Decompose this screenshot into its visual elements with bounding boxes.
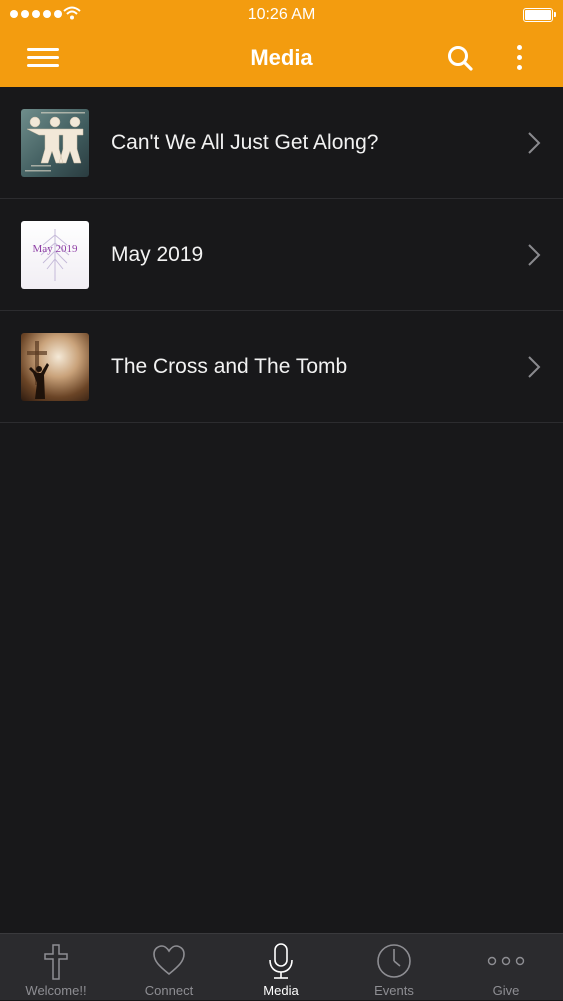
tab-label: Media <box>263 983 299 998</box>
tab-events[interactable]: Events <box>338 934 450 1001</box>
tab-label: Give <box>492 983 520 998</box>
series-thumbnail <box>21 109 89 177</box>
tab-label: Welcome!! <box>25 983 87 998</box>
list-item-title: The Cross and The Tomb <box>111 355 348 378</box>
battery-icon <box>523 8 556 22</box>
list-item-title: May 2019 <box>111 243 204 266</box>
chevron-right-icon <box>528 132 541 154</box>
clock-icon <box>377 944 411 978</box>
series-thumbnail: May 2019 <box>21 221 89 289</box>
tab-label: Events <box>374 983 414 998</box>
series-thumbnail <box>21 333 89 401</box>
search-icon[interactable] <box>446 44 474 72</box>
page-title: Media <box>250 45 313 70</box>
tab-media[interactable]: Media <box>225 934 337 1001</box>
chevron-right-icon <box>528 244 541 266</box>
status-time: 10:26 AM <box>247 6 316 23</box>
list-item[interactable]: Can't We All Just Get Along? <box>0 87 563 199</box>
heart-icon <box>153 945 185 976</box>
chevron-right-icon <box>528 356 541 378</box>
tab-connect[interactable]: Connect <box>113 934 225 1001</box>
media-list: Can't We All Just Get Along? May 2019 Ma… <box>0 87 563 423</box>
thumbnail-text: May 2019 <box>33 243 78 255</box>
list-item[interactable]: May 2019 May 2019 <box>0 199 563 311</box>
navigation-bar: Media <box>0 30 563 87</box>
tab-welcome[interactable]: Welcome!! <box>0 934 112 1001</box>
cross-icon <box>44 944 68 980</box>
microphone-icon <box>269 943 293 979</box>
more-dots-icon <box>487 956 525 966</box>
status-bar: 10:26 AM <box>0 0 563 30</box>
list-item-title: Can't We All Just Get Along? <box>111 131 379 154</box>
tab-give[interactable]: Give <box>450 934 562 1001</box>
tab-label: Connect <box>144 983 194 998</box>
more-options-icon[interactable] <box>510 43 530 73</box>
list-item[interactable]: The Cross and The Tomb <box>0 311 563 423</box>
tab-bar: Welcome!! Connect Media Events Give <box>0 933 563 1000</box>
